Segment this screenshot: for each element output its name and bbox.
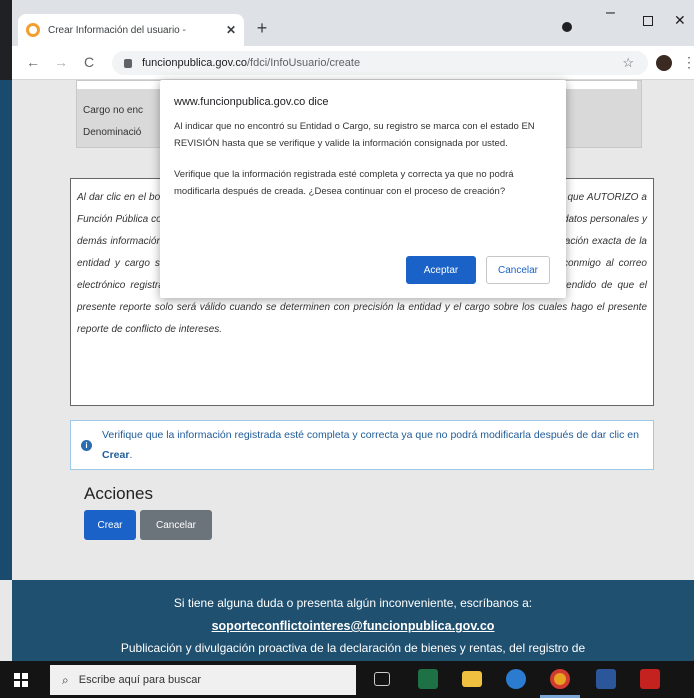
acrobat-icon[interactable] <box>640 669 660 689</box>
page-footer: Si tiene alguna duda o presenta algún in… <box>12 580 694 661</box>
dialog-message-2: Verifique que la información registrada … <box>174 169 514 197</box>
window-edge <box>0 46 12 80</box>
info-alert: i Verifique que la información registrad… <box>70 420 654 470</box>
actions-heading: Acciones <box>84 484 153 503</box>
confirm-dialog: www.funcionpublica.gov.co dice Al indica… <box>160 80 566 298</box>
dialog-message-1: Al indicar que no encontró su Entidad o … <box>174 121 535 149</box>
new-tab-button[interactable]: + <box>252 18 272 39</box>
footer-help-text: Si tiene alguna duda o presenta algún in… <box>173 596 533 610</box>
cancel-button[interactable]: Cancelar <box>140 510 212 540</box>
close-window-button[interactable]: ✕ <box>674 12 686 29</box>
file-explorer-icon[interactable] <box>462 671 482 687</box>
back-button[interactable]: ← <box>26 54 40 70</box>
support-email-link[interactable]: soporteconflictointeres@funcionpublica.g… <box>12 619 694 633</box>
windows-taskbar: ⌕ Escribe aquí para buscar <box>0 661 694 698</box>
site-favicon-icon <box>26 23 40 37</box>
browser-toolbar: ← → C funcionpublica.gov.co/fdci/InfoUsu… <box>0 46 694 80</box>
page-edge <box>0 80 12 580</box>
maximize-button[interactable] <box>643 16 653 26</box>
url-host: funcionpublica.gov.co <box>142 57 247 69</box>
browser-tab-bar: Crear Información del usuario - ✕ + – ✕ <box>0 0 694 46</box>
info-text-bold: Crear <box>102 449 130 461</box>
info-text: Verifique que la información registrada … <box>102 425 643 465</box>
url-path: /fdci/InfoUsuario/create <box>246 57 361 69</box>
cargo-label: Cargo no enc <box>83 105 144 116</box>
reload-button[interactable]: C <box>84 54 94 70</box>
dialog-cancel-button[interactable]: Cancelar <box>486 256 550 284</box>
browser-menu-icon[interactable]: ⋮ <box>682 54 694 71</box>
edge-icon[interactable] <box>506 669 526 689</box>
tab-search-icon[interactable] <box>562 22 572 32</box>
tab-close-icon[interactable]: ✕ <box>226 23 236 37</box>
word-icon[interactable] <box>596 669 616 689</box>
taskbar-search-input[interactable]: ⌕ Escribe aquí para buscar <box>50 665 356 695</box>
browser-tab[interactable]: Crear Información del usuario - ✕ <box>18 14 244 46</box>
excel-icon[interactable] <box>418 669 438 689</box>
profile-avatar[interactable] <box>656 55 672 71</box>
info-text-end: . <box>129 449 133 461</box>
info-text-main: Verifique que la información registrada … <box>102 429 639 441</box>
search-placeholder: Escribe aquí para buscar <box>78 674 202 686</box>
url-text: funcionpublica.gov.co/fdci/InfoUsuario/c… <box>142 57 360 69</box>
forward-button[interactable]: → <box>54 54 68 70</box>
accept-button[interactable]: Aceptar <box>406 256 476 284</box>
chrome-icon[interactable] <box>550 669 570 689</box>
denominacion-label: Denominació <box>83 127 142 138</box>
minimize-button[interactable]: – <box>606 4 615 22</box>
task-view-icon[interactable] <box>374 672 390 686</box>
search-icon: ⌕ <box>62 672 69 687</box>
footer-publication-text: Publicación y divulgación proactiva de l… <box>120 641 586 655</box>
windows-start-icon[interactable] <box>14 673 28 687</box>
lock-icon[interactable] <box>124 58 132 68</box>
dialog-actions: Aceptar Cancelar <box>406 256 550 284</box>
bookmark-star-icon[interactable]: ☆ <box>622 55 634 71</box>
dialog-title: www.funcionpublica.gov.co dice <box>174 96 329 108</box>
create-button[interactable]: Crear <box>84 510 136 540</box>
address-bar[interactable]: funcionpublica.gov.co/fdci/InfoUsuario/c… <box>112 51 648 75</box>
tab-title: Crear Información del usuario - <box>48 24 186 36</box>
window-edge <box>0 0 12 46</box>
info-icon: i <box>81 439 92 451</box>
